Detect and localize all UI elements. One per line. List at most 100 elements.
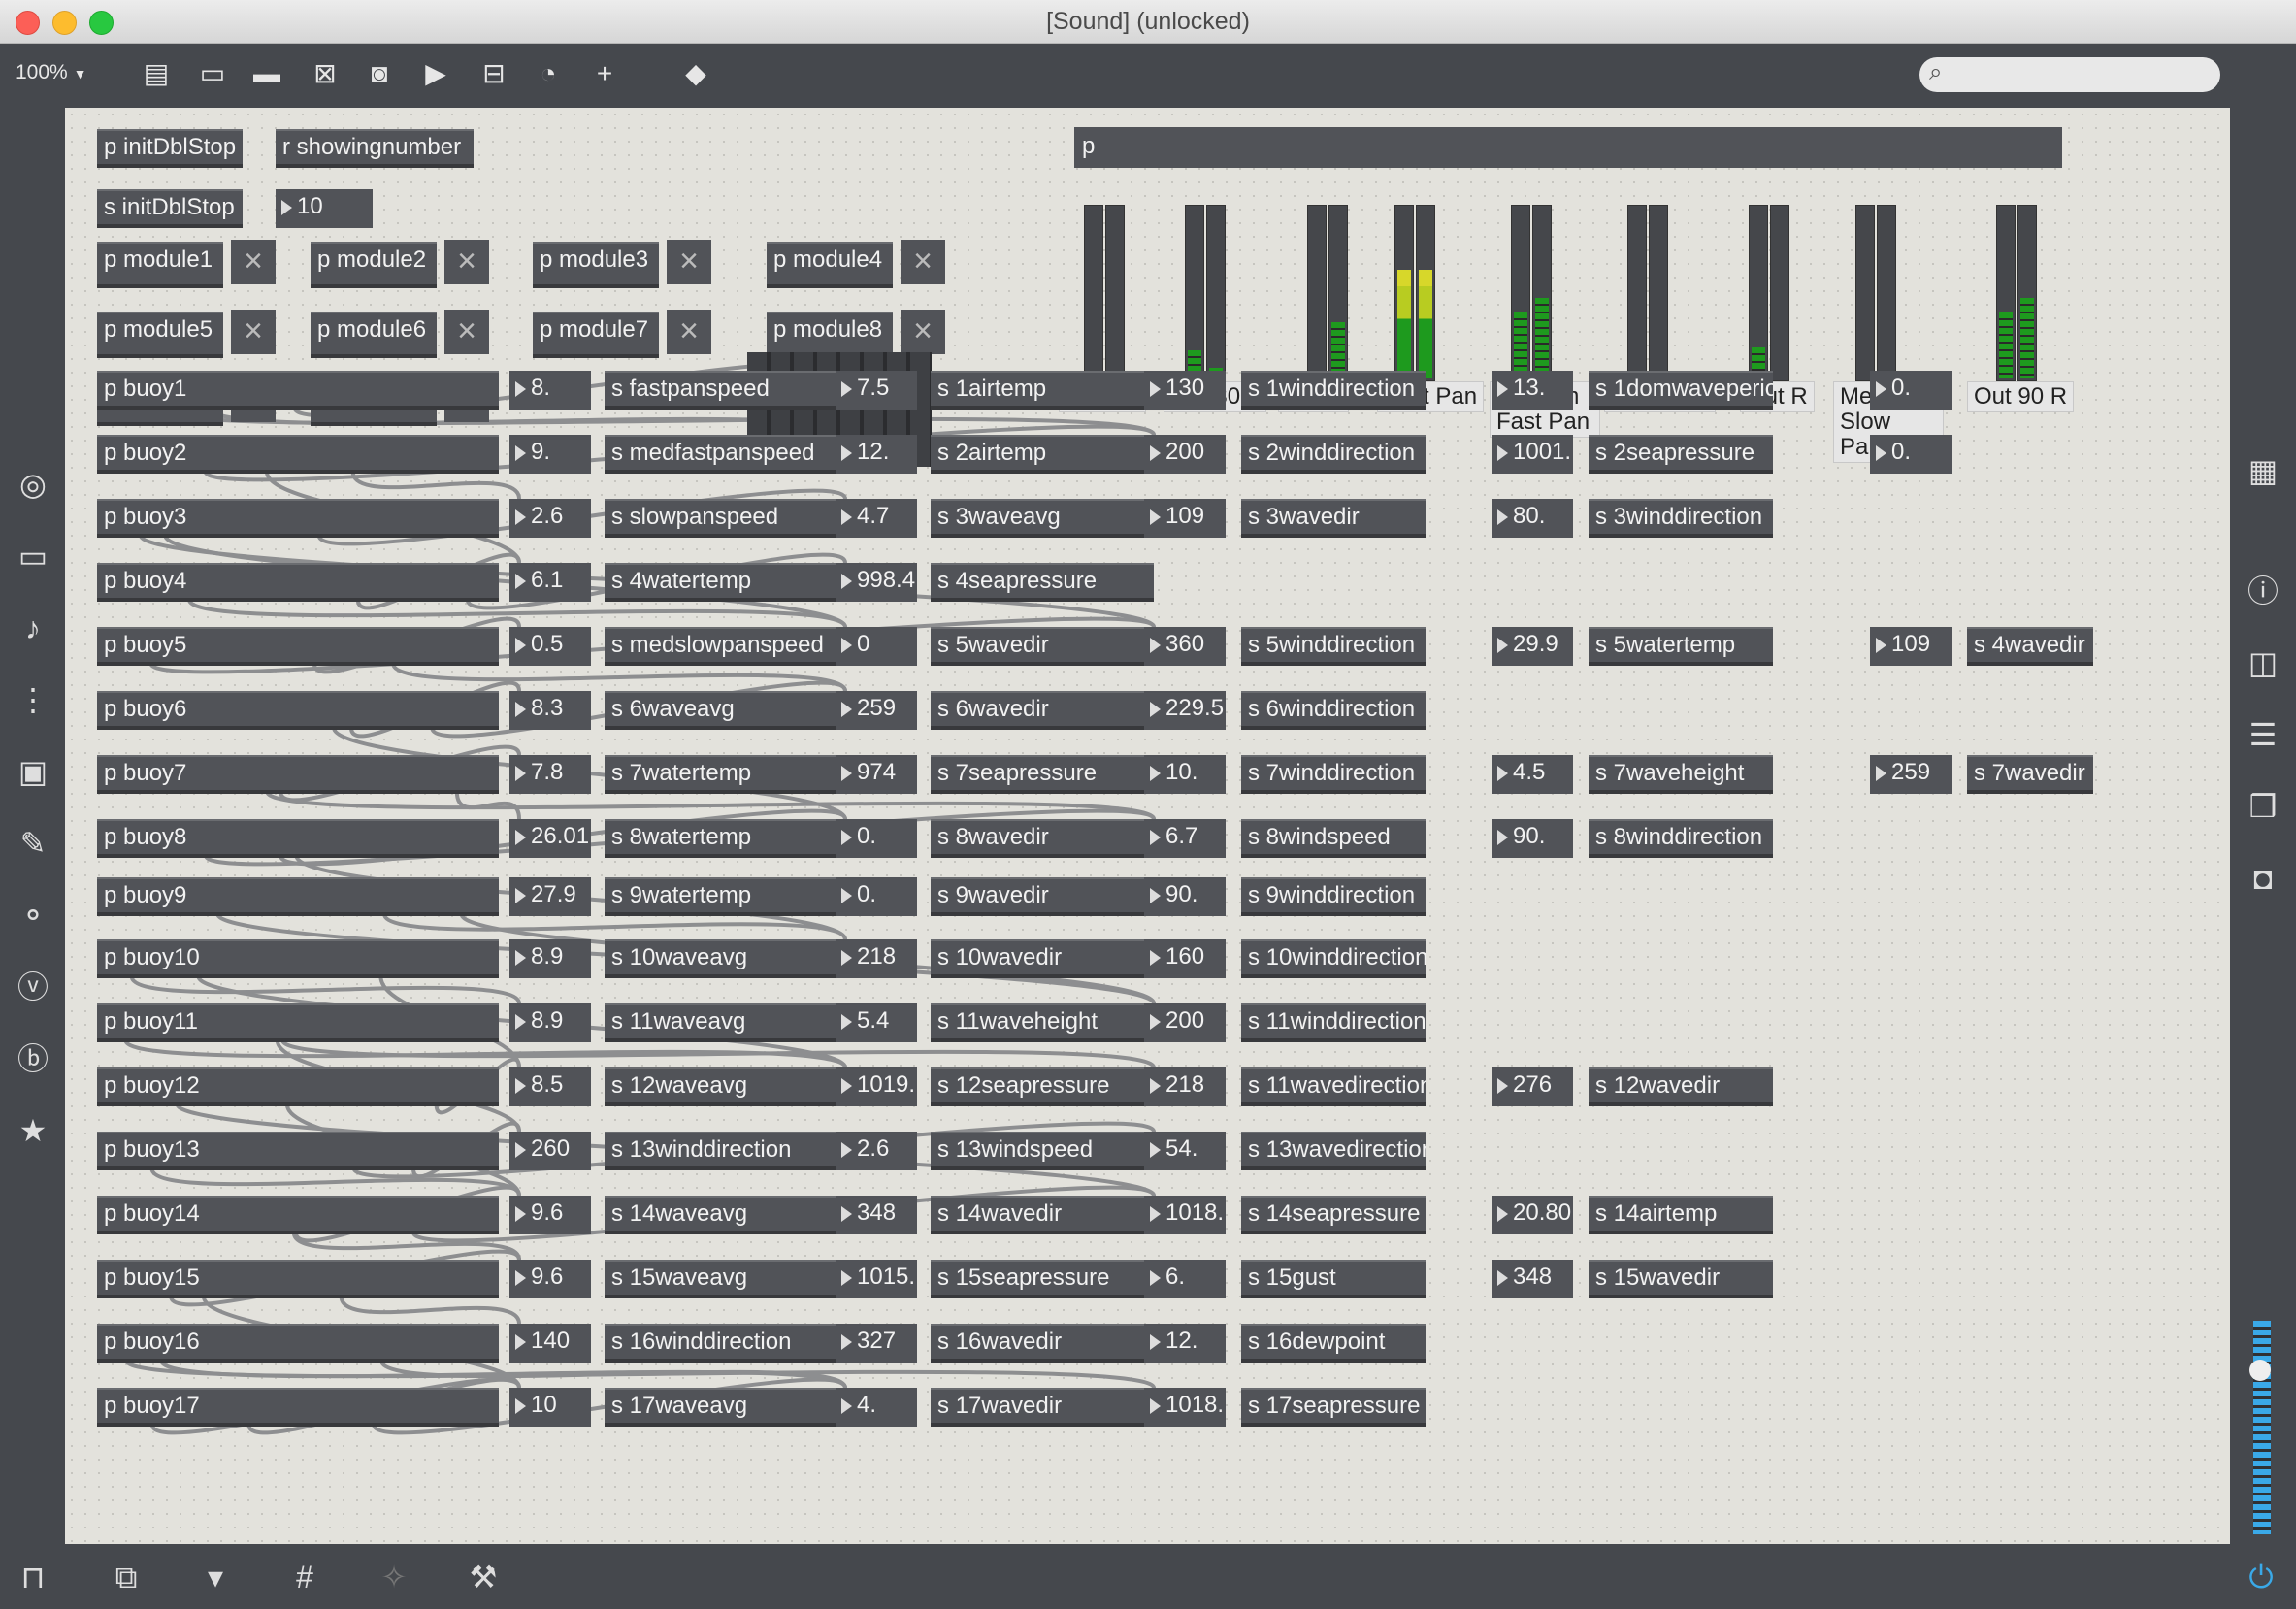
number-box[interactable]: 0. bbox=[836, 819, 917, 858]
send-object[interactable]: s 7winddirection bbox=[1241, 755, 1426, 794]
patcher-canvas[interactable]: p initDblStop r showingnumber s initDblS… bbox=[65, 108, 2230, 1544]
send-object[interactable]: s 15waveavg bbox=[605, 1260, 837, 1298]
number-box[interactable]: 8.3 bbox=[509, 691, 591, 730]
module-1-close-icon[interactable]: × bbox=[231, 240, 276, 284]
number-box[interactable]: 8.9 bbox=[509, 1003, 591, 1042]
send-object[interactable]: s 14airtemp bbox=[1589, 1196, 1773, 1234]
module-8-close-icon[interactable]: × bbox=[901, 310, 945, 354]
number-box[interactable]: 4.7 bbox=[836, 499, 917, 538]
number-box[interactable]: 327 bbox=[836, 1324, 917, 1363]
send-object[interactable]: s medslowpanspeed bbox=[605, 627, 837, 666]
number-box[interactable]: 0. bbox=[836, 877, 917, 916]
number-box[interactable]: 0.5 bbox=[509, 627, 591, 666]
number-box[interactable]: 8.9 bbox=[509, 939, 591, 978]
number-box[interactable]: 0. bbox=[1870, 435, 1952, 474]
number-box[interactable]: 109 bbox=[1144, 499, 1226, 538]
send-object[interactable]: s 13wavedirection bbox=[1241, 1132, 1426, 1170]
number-box[interactable]: 1018. bbox=[1144, 1388, 1226, 1427]
number-box[interactable]: 1018. bbox=[1144, 1196, 1226, 1234]
play-icon[interactable]: ▶ bbox=[419, 57, 452, 90]
number-box[interactable]: 276 bbox=[1492, 1067, 1573, 1106]
number-box[interactable]: 26.01 bbox=[509, 819, 591, 858]
module-6-object[interactable]: p module6 bbox=[311, 312, 437, 358]
buoy-patcher[interactable]: p buoy15 bbox=[97, 1260, 499, 1298]
send-object[interactable]: s 17wavedir bbox=[931, 1388, 1154, 1427]
send-object[interactable]: s 7watertemp bbox=[605, 755, 837, 794]
send-object[interactable]: s 14wavedir bbox=[931, 1196, 1154, 1234]
module-5-close-icon[interactable]: × bbox=[231, 310, 276, 354]
number-box[interactable]: 54. bbox=[1144, 1132, 1226, 1170]
grid-toggle-icon[interactable]: # bbox=[285, 1558, 324, 1596]
showing-number-box[interactable]: 10 bbox=[276, 189, 373, 228]
number-box[interactable]: 974 bbox=[836, 755, 917, 794]
number-box[interactable]: 6.1 bbox=[509, 563, 591, 602]
number-box[interactable]: 27.9 bbox=[509, 877, 591, 916]
buoy-patcher[interactable]: p buoy5 bbox=[97, 627, 499, 666]
send-object[interactable]: s 9watertemp bbox=[605, 877, 837, 916]
number-box[interactable]: 13. bbox=[1492, 371, 1573, 410]
init-dbl-stop-object[interactable]: p initDblStop bbox=[97, 129, 243, 168]
send-object[interactable]: s 14seapressure bbox=[1241, 1196, 1426, 1234]
send-object[interactable]: s 14waveavg bbox=[605, 1196, 837, 1234]
target-icon[interactable]: ◎ bbox=[14, 465, 52, 504]
number-box[interactable]: 4. bbox=[836, 1388, 917, 1427]
send-object[interactable]: s 9wavedir bbox=[931, 877, 1154, 916]
module-7-object[interactable]: p module7 bbox=[533, 312, 659, 358]
send-object[interactable]: s 15seapressure bbox=[931, 1260, 1154, 1298]
buoy-patcher[interactable]: p buoy8 bbox=[97, 819, 499, 858]
patch-cord[interactable] bbox=[280, 1038, 1156, 1069]
buoy-patcher[interactable]: p buoy13 bbox=[97, 1132, 499, 1170]
buoy-patcher[interactable]: p buoy9 bbox=[97, 877, 499, 916]
patch-cord[interactable] bbox=[129, 975, 521, 1004]
number-box[interactable]: 80. bbox=[1492, 499, 1573, 538]
number-box[interactable]: 1015. bbox=[836, 1260, 917, 1298]
dial-icon[interactable]: ◔ bbox=[532, 57, 565, 90]
send-object[interactable]: s 3wavedir bbox=[1241, 499, 1426, 538]
number-box[interactable]: 218 bbox=[836, 939, 917, 978]
number-box[interactable]: 20.80 bbox=[1492, 1196, 1573, 1234]
paint-bucket-icon[interactable]: ◆ bbox=[679, 57, 712, 90]
buoy-patcher[interactable]: p buoy7 bbox=[97, 755, 499, 794]
buoy-patcher[interactable]: p buoy1 bbox=[97, 371, 499, 410]
number-box[interactable]: 12. bbox=[1144, 1324, 1226, 1363]
send-object[interactable]: s 16winddirection bbox=[605, 1324, 837, 1363]
send-object[interactable]: s 10wavedir bbox=[931, 939, 1154, 978]
number-box[interactable]: 360 bbox=[1144, 627, 1226, 666]
book-icon[interactable]: ❒ bbox=[2244, 787, 2282, 826]
toggle-icon[interactable]: ⊠ bbox=[309, 57, 342, 90]
send-object[interactable]: s 10waveavg bbox=[605, 939, 837, 978]
star-icon[interactable]: ★ bbox=[14, 1111, 52, 1150]
showing-number-receive[interactable]: r showingnumber bbox=[276, 129, 474, 168]
number-box[interactable]: 9.6 bbox=[509, 1260, 591, 1298]
module-3-object[interactable]: p module3 bbox=[533, 242, 659, 288]
zoom-menu[interactable]: 100% ▼ bbox=[16, 61, 86, 84]
number-box[interactable]: 348 bbox=[1492, 1260, 1573, 1298]
number-box[interactable]: 8.5 bbox=[509, 1067, 591, 1106]
send-object[interactable]: s slowpanspeed bbox=[605, 499, 837, 538]
send-object[interactable]: s 7seapressure bbox=[931, 755, 1154, 794]
music-note-icon[interactable]: ♪ bbox=[14, 608, 52, 647]
send-object[interactable]: s 3waveavg bbox=[931, 499, 1154, 538]
number-box[interactable]: 259 bbox=[836, 691, 917, 730]
search-input[interactable]: ⌕ bbox=[1919, 57, 2220, 92]
send-object[interactable]: s 12seapressure bbox=[931, 1067, 1154, 1106]
mixer-patcher[interactable]: p bbox=[1074, 127, 2062, 168]
paperclip-icon[interactable]: ✎ bbox=[14, 824, 52, 863]
wrench-icon[interactable]: ⚒ bbox=[464, 1558, 503, 1596]
number-box[interactable]: 260 bbox=[509, 1132, 591, 1170]
number-box[interactable]: 29.9 bbox=[1492, 627, 1573, 666]
send-object[interactable]: s 5winddirection bbox=[1241, 627, 1426, 666]
number-box[interactable]: 2.6 bbox=[509, 499, 591, 538]
module-4-close-icon[interactable]: × bbox=[901, 240, 945, 284]
init-dbl-stop-send[interactable]: s initDblStop bbox=[97, 189, 243, 228]
comment-bubble-icon[interactable]: ▾ bbox=[196, 1558, 235, 1596]
number-box[interactable]: 5.4 bbox=[836, 1003, 917, 1042]
image-icon[interactable]: ▣ bbox=[14, 752, 52, 791]
power-icon[interactable]: ⏻ bbox=[2242, 1558, 2280, 1596]
number-box[interactable]: 4.5 bbox=[1492, 755, 1573, 794]
send-object[interactable]: s 2winddirection bbox=[1241, 435, 1426, 474]
number-box[interactable]: 6. bbox=[1144, 1260, 1226, 1298]
number-box[interactable]: 1019. bbox=[836, 1067, 917, 1106]
send-object[interactable]: s fastpanspeed bbox=[605, 371, 837, 410]
send-object[interactable]: s 4watertemp bbox=[605, 563, 837, 602]
